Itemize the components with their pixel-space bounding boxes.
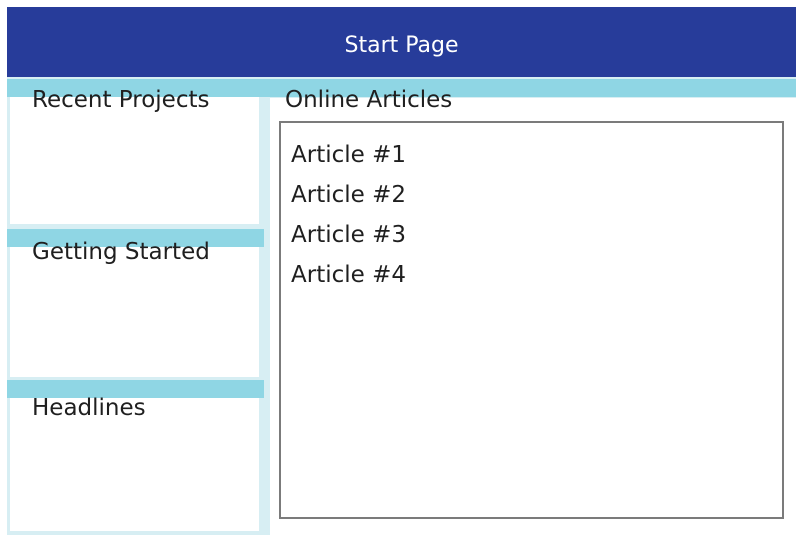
article-item-2[interactable]: Article #2: [291, 175, 782, 215]
window-title: Start Page: [344, 32, 459, 58]
articles-list-box[interactable]: Article #1 Article #2 Article #3 Article…: [279, 121, 784, 519]
articles-list: Article #1 Article #2 Article #3 Article…: [281, 123, 782, 295]
recent-projects-heading[interactable]: Recent Projects: [32, 87, 209, 113]
article-item-3[interactable]: Article #3: [291, 215, 782, 255]
online-articles-heading: Online Articles: [285, 87, 453, 113]
article-item-4[interactable]: Article #4: [291, 255, 782, 295]
headlines-heading[interactable]: Headlines: [32, 395, 146, 421]
getting-started-panel: [10, 247, 259, 377]
recent-projects-panel: [10, 97, 259, 224]
article-item-1[interactable]: Article #1: [291, 135, 782, 175]
start-page-window: Start Page Recent Projects Getting Start…: [7, 7, 796, 535]
getting-started-heading[interactable]: Getting Started: [32, 239, 210, 265]
title-bar: Start Page: [7, 7, 796, 77]
